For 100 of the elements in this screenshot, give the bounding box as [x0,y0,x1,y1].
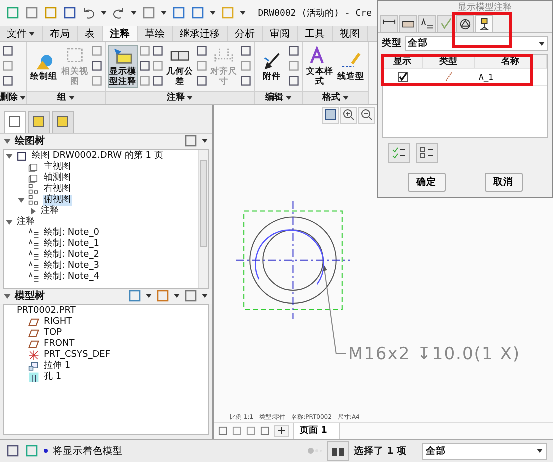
tree-item[interactable]: 绘制: Note_4 [43,272,100,283]
tree-item[interactable]: 绘制: Note_1 [43,238,100,250]
tree-item[interactable]: 注释 [16,216,36,228]
collapse-arrow-icon[interactable] [6,218,13,226]
tool-icon[interactable] [288,75,300,88]
collapse-arrow-icon[interactable] [4,138,11,145]
caret-icon[interactable] [101,11,107,15]
ribbon-tab[interactable]: 继承迁移 [173,26,228,41]
panel-title: 模型树 [15,290,46,304]
collapse-arrow-icon[interactable] [6,152,13,160]
caret-icon[interactable] [174,294,180,298]
caret-icon[interactable] [202,294,208,298]
caret-icon[interactable] [286,96,292,100]
caret-icon[interactable] [131,11,137,15]
ribbon-tab[interactable]: 审阅 [263,26,298,41]
ribbon-button[interactable]: 附件 [257,50,287,83]
caret-icon[interactable] [68,96,74,100]
tree-item[interactable]: RIGHT [43,316,74,328]
tool-icon[interactable] [152,75,164,88]
page-tab[interactable]: 页面 1 [293,422,340,440]
ribbon-tab[interactable]: 工具 [298,26,333,41]
folder-tab[interactable] [52,110,74,133]
ribbon-tab[interactable]: 视图 [333,26,368,41]
collapse-arrow-icon[interactable] [18,196,25,204]
redo-icon[interactable] [112,6,126,20]
status-message: 将显示着色模型 [53,444,123,458]
ribbon-button[interactable]: 线造型 [336,50,366,83]
tool-icon[interactable] [288,45,300,58]
tree-tab[interactable] [4,110,26,133]
plus-icon [278,427,285,434]
deselect-all-button[interactable] [416,143,438,163]
checkbox[interactable] [398,72,408,82]
caret-icon[interactable] [210,11,216,15]
tool-icon[interactable] [240,45,252,58]
tool-icon[interactable] [196,45,208,58]
caret-icon[interactable] [146,294,152,298]
tree-item[interactable]: 右视图 [43,184,72,195]
find-button[interactable] [326,441,349,462]
cancel-button[interactable]: 取消 [484,173,522,192]
caret-icon[interactable] [342,96,348,100]
ribbon-tab[interactable]: 布局 [43,26,78,41]
view-icon [28,172,40,184]
view-icon [28,184,40,195]
type-label: 类型 [382,37,402,50]
caret-icon[interactable] [240,11,246,15]
zoom-out-button[interactable] [358,106,375,124]
layers-tab[interactable] [28,110,50,133]
scrollbar[interactable] [198,150,208,288]
ribbon-button[interactable]: 显示模型注释 [108,44,138,88]
ribbon-button[interactable]: 文本样式 [305,44,335,88]
tree-item[interactable]: 绘制: Note_2 [43,250,100,261]
tree-item[interactable]: FRONT [43,338,76,350]
ok-button[interactable]: 确定 [408,173,446,192]
caret-icon[interactable] [537,449,543,454]
tree-item[interactable]: 绘制: Note_0 [43,228,100,239]
file-menu[interactable]: 文件 [0,26,43,41]
caret-icon[interactable] [161,11,167,15]
selection-count: 选择了 1 项 [354,444,407,458]
tree-item[interactable]: 俯视图 [43,194,72,206]
caret-icon[interactable] [539,42,545,46]
add-page-button[interactable] [274,425,289,438]
dimension-label: M16x2 ↧10.0(1 X) [348,344,521,364]
caret-icon[interactable] [202,139,208,144]
caret-icon[interactable] [187,96,193,100]
tool-icon[interactable] [152,45,164,58]
tool-icon[interactable] [240,75,252,88]
tree-item[interactable]: 注释 [40,206,60,217]
ribbon-tab[interactable]: 注释 [103,26,138,41]
expand-arrow-icon[interactable] [30,208,37,215]
zoom-in-button[interactable] [340,106,357,124]
tree-item[interactable]: 主视图 [43,162,72,173]
tool-icon[interactable] [139,60,151,72]
tree-item[interactable]: 绘图 DRW0002.DRW 的第 1 页 [31,150,164,162]
hole-icon [28,372,40,383]
select-all-button[interactable] [388,143,410,163]
ribbon-button[interactable]: 几何公差 [165,44,195,88]
undo-icon[interactable] [82,6,96,20]
tree-item[interactable]: 轴测图 [43,172,72,184]
tool-icon[interactable] [91,60,103,72]
ribbon-button[interactable]: 绘制组 [29,50,59,83]
tree-item[interactable]: PRT0002.PRT [16,306,77,317]
collapse-arrow-icon[interactable] [4,292,11,300]
axes-icon [28,350,40,361]
caret-icon[interactable] [29,32,35,36]
tree-item[interactable]: 孔 1 [43,372,63,383]
plane-icon [28,338,40,350]
filter-dropdown[interactable]: 全部 [422,442,547,460]
tool-icon[interactable] [2,75,14,88]
tool-icon[interactable] [2,45,14,58]
tree-item[interactable]: 拉伸 1 [43,360,72,372]
tool-icon[interactable] [196,75,208,88]
tree-item[interactable]: TOP [43,328,64,339]
group-label[interactable]: 注释 [167,91,185,104]
zoom-fit-button[interactable] [322,106,339,124]
tree-item[interactable]: 绘制: Note_3 [43,260,100,272]
ribbon-tab[interactable]: 草绘 [138,26,173,41]
ribbon-tab[interactable]: 分析 [228,26,263,41]
caret-icon[interactable] [20,96,26,100]
group-label[interactable]: 组 [58,91,66,104]
tree-item[interactable]: PRT_CSYS_DEF [43,350,112,361]
